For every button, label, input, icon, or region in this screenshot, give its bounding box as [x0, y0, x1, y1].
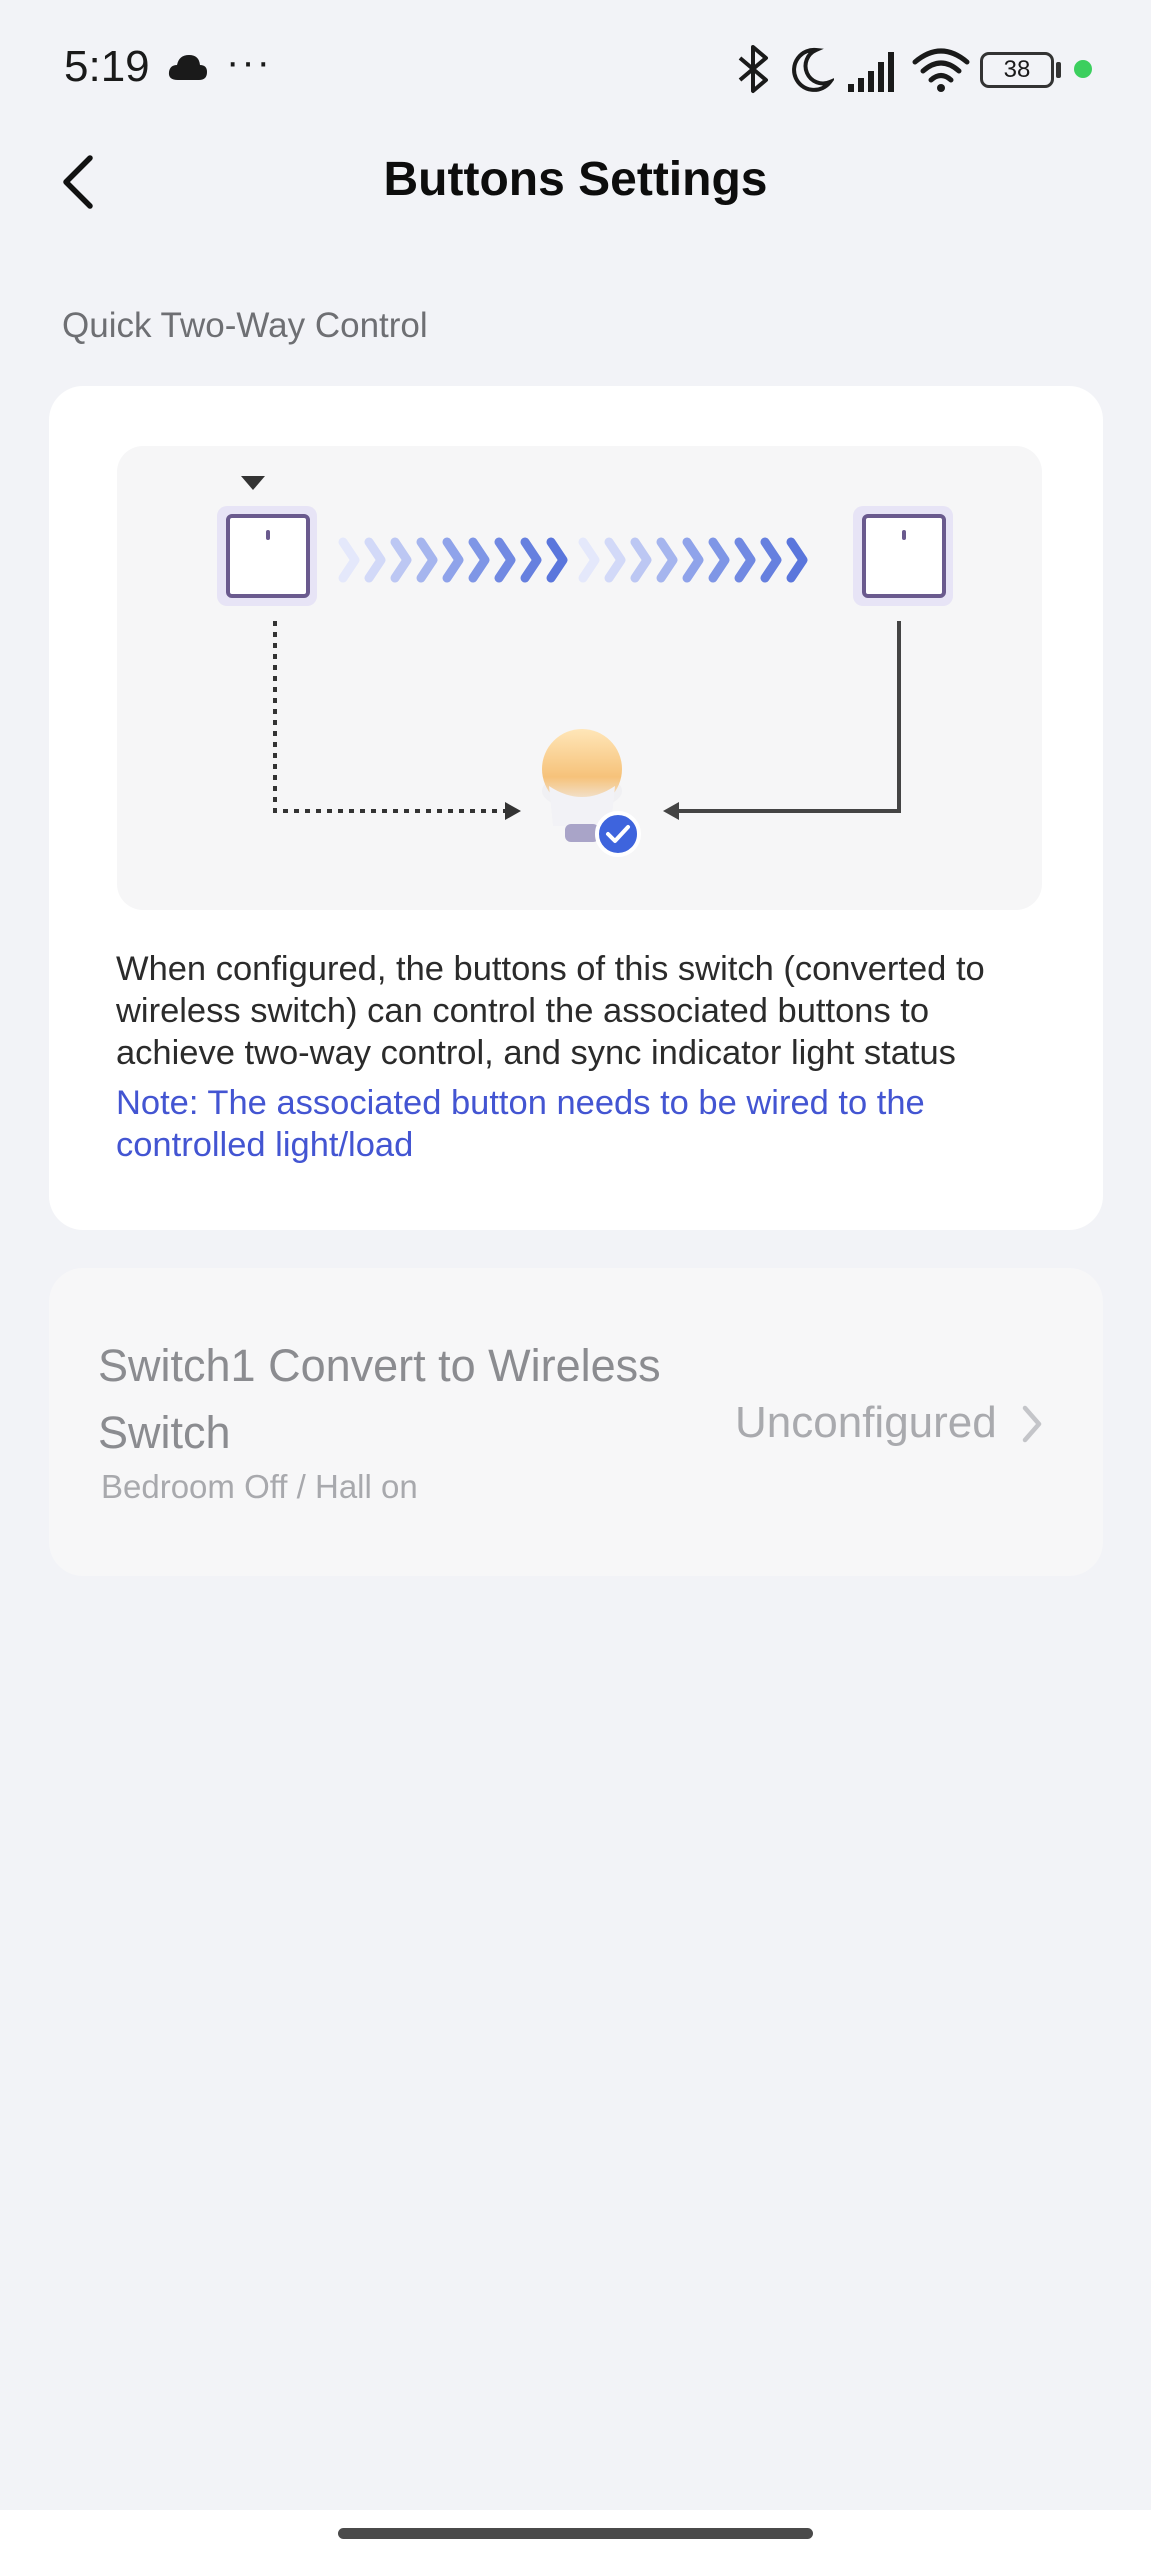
status-dot — [1074, 60, 1092, 78]
bluetooth-icon — [738, 45, 768, 93]
switch1-row[interactable]: Switch1 Convert to Wireless Switch Bedro… — [49, 1268, 1103, 1576]
wifi-icon — [912, 48, 970, 92]
switch1-status: Unconfigured — [735, 1398, 997, 1447]
moon-icon — [792, 47, 834, 92]
pointer-triangle-icon — [241, 476, 265, 490]
switch-right-icon — [853, 506, 953, 606]
signal-arrows-icon — [338, 537, 808, 583]
switch1-title: Switch1 Convert to Wireless Switch — [98, 1340, 661, 1458]
description-text: When configured, the buttons of this swi… — [116, 950, 985, 1072]
wireless-path-line — [273, 621, 507, 813]
info-card: When configured, the buttons of this swi… — [49, 386, 1103, 1230]
chevron-right-icon — [1022, 1405, 1042, 1443]
page-title: Buttons Settings — [383, 153, 768, 206]
switch1-subtitle: Bedroom Off / Hall on — [101, 1468, 418, 1505]
status-time: 5:19 — [64, 42, 150, 91]
battery-tip — [1056, 62, 1061, 78]
status-more: ··· — [226, 40, 272, 84]
battery-level: 38 — [1003, 56, 1031, 83]
wired-path-line — [677, 621, 901, 813]
home-indicator[interactable] — [338, 2528, 813, 2539]
switch-left-icon — [217, 506, 317, 606]
screen: 5:19 ··· 38 Buttons Settings Quick Two-W… — [0, 0, 1151, 2560]
light-bulb-icon — [542, 729, 641, 857]
signal-icon — [848, 52, 894, 92]
cloud-icon — [168, 55, 207, 80]
two-way-control-diagram — [117, 446, 1042, 910]
note-text: Note: The associated button needs to be … — [116, 1084, 925, 1164]
diagram-illustration — [217, 476, 953, 857]
section-label: Quick Two-Way Control — [62, 306, 428, 345]
status-bar: 5:19 ··· 38 — [0, 0, 1151, 140]
battery-icon: 38 — [980, 52, 1054, 88]
